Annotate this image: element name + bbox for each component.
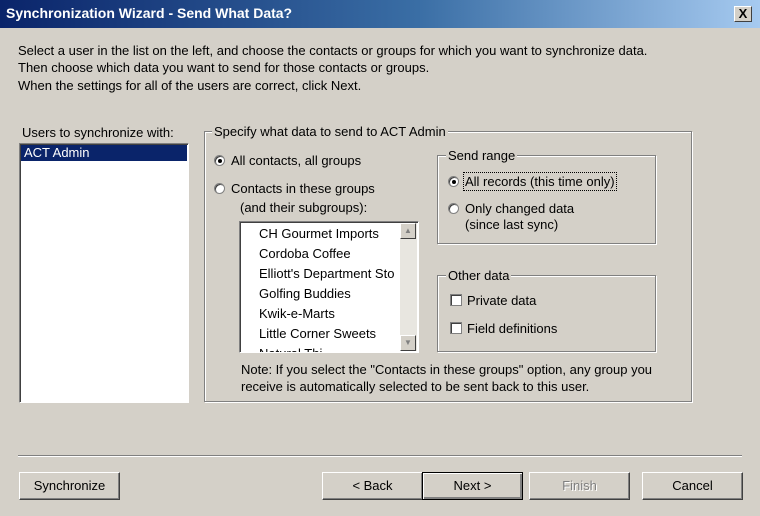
contacts-in-groups-label[interactable]: Contacts in these groups	[231, 181, 375, 196]
only-changed-label[interactable]: Only changed data	[465, 201, 574, 216]
close-icon: X	[738, 6, 748, 21]
back-button[interactable]: < Back	[322, 472, 423, 500]
since-last-sync-label: (since last sync)	[465, 217, 559, 232]
subgroups-label: (and their subgroups):	[240, 200, 368, 215]
other-data-label: Other data	[446, 268, 512, 283]
group-item[interactable]: CH Gourmet Imports	[241, 224, 399, 244]
instruction-line-3: When the settings for all of the users a…	[18, 78, 362, 93]
contacts-in-groups-radio[interactable]	[214, 183, 225, 194]
users-label: Users to synchronize with:	[22, 125, 174, 140]
scroll-up-icon[interactable]: ▲	[400, 223, 416, 239]
field-definitions-label[interactable]: Field definitions	[467, 321, 557, 336]
cancel-button[interactable]: Cancel	[642, 472, 743, 500]
group-item[interactable]: Kwik-e-Marts	[241, 304, 399, 324]
other-data-groupbox	[437, 275, 656, 352]
specify-label: Specify what data to send to ACT Admin	[212, 124, 448, 139]
field-definitions-checkbox[interactable]	[450, 322, 462, 334]
group-item[interactable]: Little Corner Sweets	[241, 324, 399, 344]
next-button[interactable]: Next >	[422, 472, 523, 500]
private-data-checkbox[interactable]	[450, 294, 462, 306]
instruction-line-2: Then choose which data you want to send …	[18, 60, 430, 75]
send-range-label: Send range	[446, 148, 518, 163]
group-item[interactable]: Elliott's Department Sto	[241, 264, 399, 284]
note-line-2: receive is automatically selected to be …	[241, 379, 590, 394]
window-title: Synchronization Wizard - Send What Data?	[6, 5, 293, 21]
note-line-1: Note: If you select the "Contacts in the…	[241, 362, 653, 377]
finish-button[interactable]: Finish	[529, 472, 630, 500]
all-contacts-radio[interactable]	[214, 155, 225, 166]
group-item[interactable]: Natural Thi	[241, 344, 399, 352]
group-item[interactable]: Cordoba Coffee	[241, 244, 399, 264]
all-records-label[interactable]: All records (this time only)	[463, 172, 617, 191]
all-contacts-label[interactable]: All contacts, all groups	[231, 153, 361, 168]
close-button[interactable]: X	[734, 6, 752, 22]
user-item-act-admin[interactable]: ACT Admin	[21, 145, 187, 161]
group-item[interactable]: Golfing Buddies	[241, 284, 399, 304]
private-data-label[interactable]: Private data	[467, 293, 536, 308]
only-changed-radio[interactable]	[448, 203, 459, 214]
groups-listbox[interactable]: CH Gourmet Imports Cordoba Coffee Elliot…	[239, 221, 419, 353]
synchronize-button[interactable]: Synchronize	[19, 472, 120, 500]
scroll-down-icon[interactable]: ▼	[400, 335, 416, 351]
groups-scrollbar[interactable]: ▲ ▼	[400, 223, 417, 351]
button-separator	[18, 455, 742, 457]
users-listbox[interactable]: ACT Admin	[19, 143, 189, 403]
instruction-line-1: Select a user in the list on the left, a…	[18, 43, 648, 58]
all-records-radio[interactable]	[448, 176, 459, 187]
